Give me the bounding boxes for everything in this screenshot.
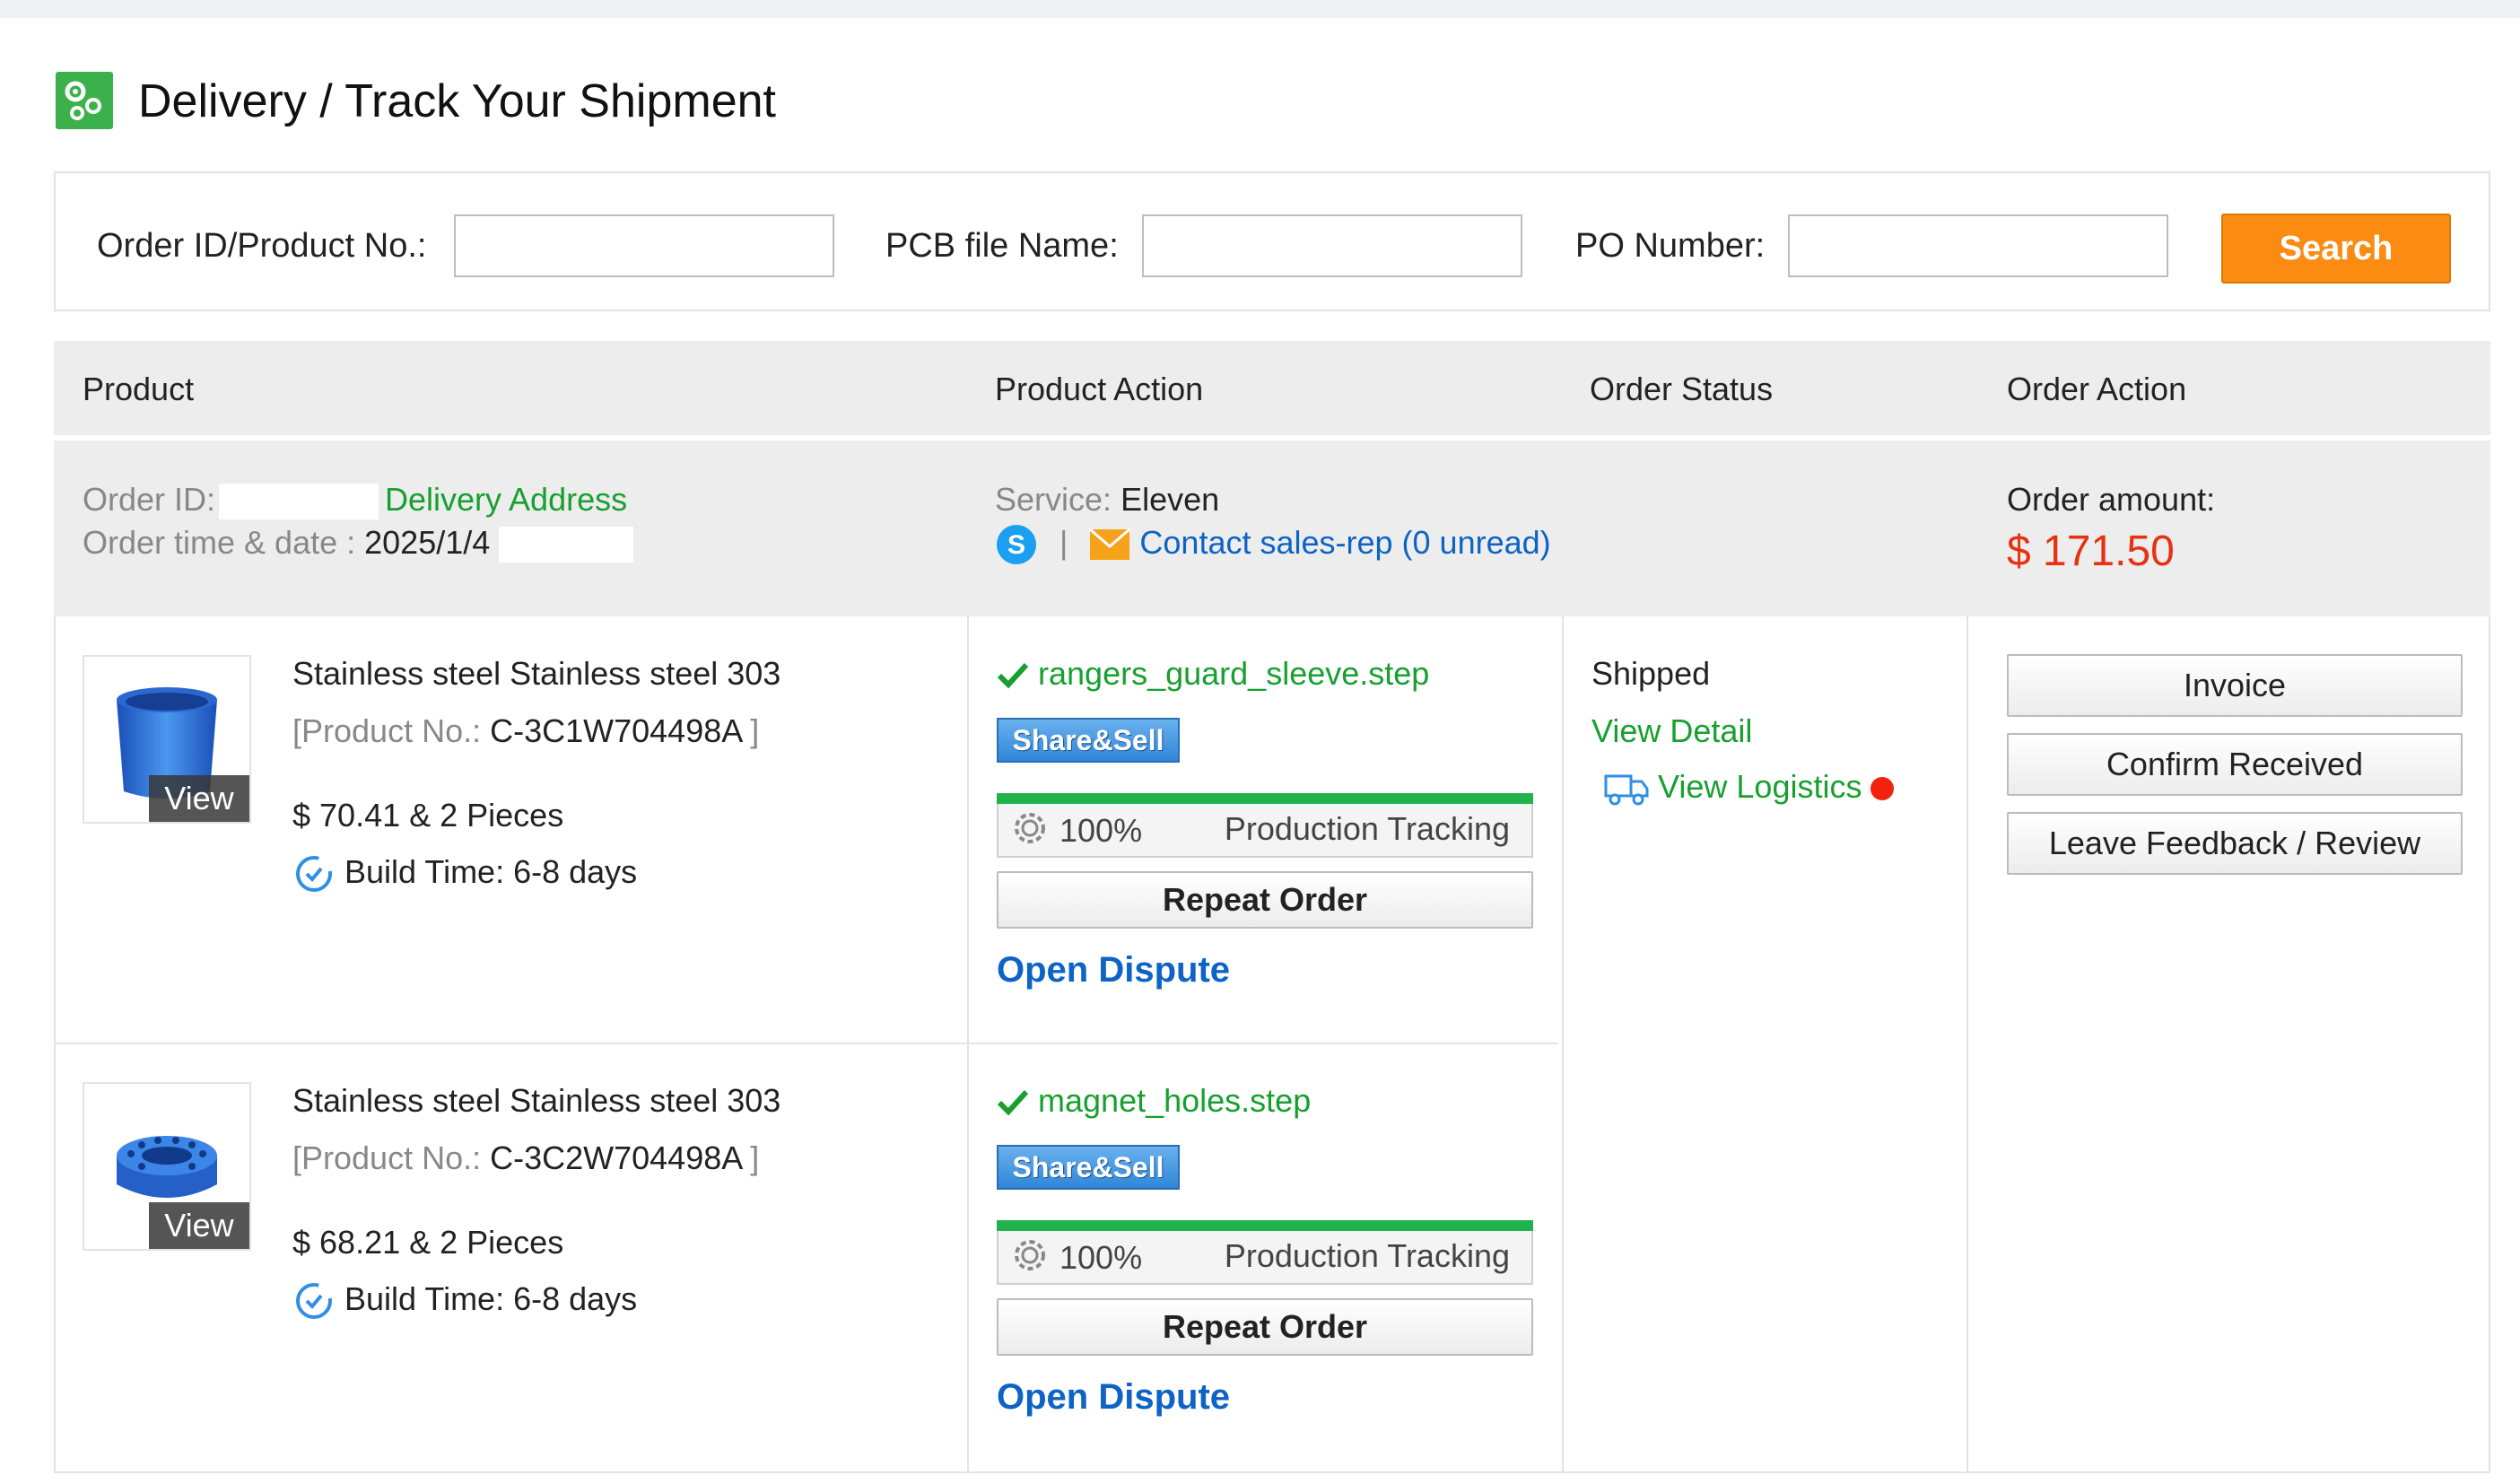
product-price: $ 70.41 & 2 Pieces xyxy=(292,797,564,834)
progress-fill xyxy=(997,1220,1533,1231)
order-id-redacted xyxy=(219,484,379,520)
order-time-label: Order time & date : xyxy=(83,524,356,561)
product-no-prefix: [Product No.: xyxy=(292,1139,482,1176)
progress-percent: 100% xyxy=(1059,1239,1143,1276)
progress-fill xyxy=(997,793,1533,804)
repeat-order-button[interactable]: Repeat Order xyxy=(997,1298,1533,1356)
view-logistics-link[interactable]: View Logistics xyxy=(1658,768,1862,805)
svg-text:S: S xyxy=(1007,530,1025,560)
header-product-action: Product Action xyxy=(995,371,1204,407)
progress-label: Production Tracking xyxy=(1224,810,1510,847)
header-order-status: Order Status xyxy=(1590,371,1774,407)
progress-percent: 100% xyxy=(1059,812,1143,849)
order-amount-label: Order amount: xyxy=(2007,481,2216,518)
order-time-redacted xyxy=(499,527,634,563)
check-icon xyxy=(997,1090,1029,1116)
order-amount: $ 171.50 xyxy=(2007,528,2175,575)
separator: | xyxy=(1059,524,1068,561)
skype-icon[interactable]: S xyxy=(995,523,1038,566)
order-id-label: Order ID: xyxy=(83,481,216,518)
build-time: Build Time: 6-8 days xyxy=(344,853,638,890)
invoice-button[interactable]: Invoice xyxy=(2007,654,2463,717)
service-label: Service: xyxy=(995,481,1112,518)
confirm-received-button[interactable]: Confirm Received xyxy=(2007,733,2463,796)
share-sell-button[interactable]: Share&Sell xyxy=(997,718,1180,763)
top-bar xyxy=(0,0,2520,18)
production-tracking-bar[interactable]: 100% Production Tracking xyxy=(997,793,1533,858)
order-info-row: Order ID: Delivery Address Order time & … xyxy=(54,441,2490,616)
product-no: C-3C1W704498A xyxy=(490,712,742,749)
search-button[interactable]: Search xyxy=(2221,214,2451,284)
truck-icon xyxy=(1604,774,1649,806)
view-detail-link[interactable]: View Detail xyxy=(1591,711,1752,751)
po-number-input[interactable] xyxy=(1788,214,2168,277)
contact-sales-link[interactable]: Contact sales-rep (0 unread) xyxy=(1139,524,1550,561)
pcb-file-input[interactable] xyxy=(1142,214,1522,277)
refresh-clock-icon xyxy=(296,1283,332,1320)
po-number-label: PO Number: xyxy=(1575,227,1766,265)
order-date: 2025/1/4 xyxy=(364,524,491,561)
header-order-action: Order Action xyxy=(2007,371,2187,407)
mail-icon xyxy=(1089,528,1131,561)
page-title: Delivery / Track Your Shipment xyxy=(138,75,776,127)
delivery-address-link[interactable]: Delivery Address xyxy=(385,480,627,519)
product-no-suffix: ] xyxy=(750,1139,760,1176)
product-no-suffix: ] xyxy=(750,712,760,749)
search-panel: Order ID/Product No.: PCB file Name: PO … xyxy=(54,171,2490,311)
gear-icon xyxy=(1015,813,1045,843)
gear-cluster-icon xyxy=(56,72,113,129)
file-name-link[interactable]: rangers_guard_sleeve.step xyxy=(1038,655,1429,692)
pcb-file-label: PCB file Name: xyxy=(885,227,1119,265)
file-name-link[interactable]: magnet_holes.step xyxy=(1038,1082,1311,1119)
view-button[interactable]: View xyxy=(149,1202,249,1249)
product-no: C-3C2W704498A xyxy=(490,1139,742,1176)
product-thumbnail[interactable]: View xyxy=(83,1082,251,1251)
order-id-label: Order ID/Product No.: xyxy=(97,227,427,265)
order-table-body: View Stainless steel Stainless steel 303… xyxy=(54,616,2490,1473)
build-time: Build Time: 6-8 days xyxy=(344,1280,638,1317)
table-header: Product Product Action Order Status Orde… xyxy=(54,341,2490,435)
product-no-prefix: [Product No.: xyxy=(292,712,482,749)
leave-feedback-button[interactable]: Leave Feedback / Review xyxy=(2007,812,2463,875)
gear-icon xyxy=(1015,1240,1045,1270)
product-name: Stainless steel Stainless steel 303 xyxy=(292,655,781,692)
order-status: Shipped xyxy=(1591,655,1711,692)
production-tracking-bar[interactable]: 100% Production Tracking xyxy=(997,1220,1533,1285)
service-value: Eleven xyxy=(1120,481,1220,518)
open-dispute-link[interactable]: Open Dispute xyxy=(997,1375,1230,1419)
product-thumbnail[interactable]: View xyxy=(83,655,251,824)
notification-dot xyxy=(1870,777,1895,801)
repeat-order-button[interactable]: Repeat Order xyxy=(997,871,1533,929)
header-product: Product xyxy=(83,371,195,407)
check-icon xyxy=(997,663,1029,689)
view-button[interactable]: View xyxy=(149,775,249,822)
progress-label: Production Tracking xyxy=(1224,1237,1510,1274)
share-sell-button[interactable]: Share&Sell xyxy=(997,1145,1180,1190)
open-dispute-link[interactable]: Open Dispute xyxy=(997,948,1230,991)
order-id-input[interactable] xyxy=(454,214,834,277)
refresh-clock-icon xyxy=(296,856,332,893)
product-price: $ 68.21 & 2 Pieces xyxy=(292,1224,564,1261)
product-name: Stainless steel Stainless steel 303 xyxy=(292,1082,781,1119)
